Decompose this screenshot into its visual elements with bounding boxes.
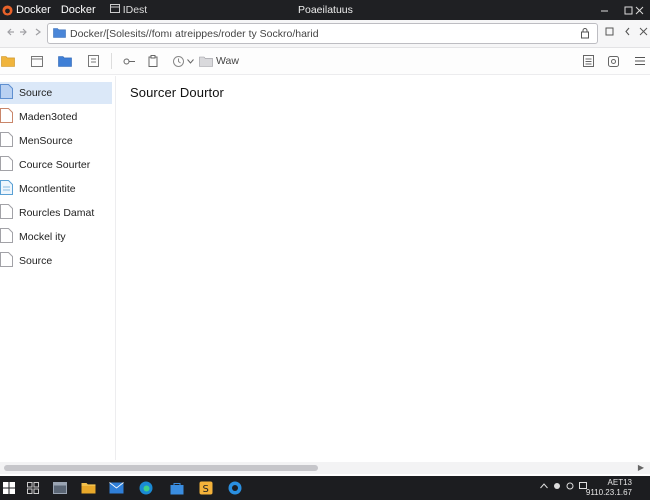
window-grid-icon bbox=[109, 4, 120, 16]
sidebar-item-label: MenSource bbox=[19, 135, 73, 147]
sync-icon[interactable] bbox=[171, 54, 185, 68]
close-button[interactable] bbox=[628, 0, 650, 20]
title-subtitle: IDest bbox=[122, 4, 148, 16]
address-bar[interactable]: Docker/[Solesits//fomı atreippes/roder t… bbox=[47, 23, 598, 44]
mail-icon[interactable] bbox=[107, 479, 125, 497]
doc-icon bbox=[0, 132, 13, 150]
address-path: Docker/[Solesits//fomı atreippes/roder t… bbox=[70, 27, 319, 40]
sidebar-item-label: Mcontlentite bbox=[19, 183, 76, 195]
chevron-left-icon[interactable] bbox=[620, 26, 634, 40]
task-view-icon[interactable] bbox=[24, 479, 42, 497]
file-explorer-icon[interactable] bbox=[79, 479, 97, 497]
document-icon[interactable] bbox=[86, 54, 100, 68]
svg-text:S: S bbox=[203, 484, 209, 495]
tray-network-icon[interactable] bbox=[553, 482, 561, 492]
doc-icon bbox=[0, 156, 13, 174]
sidebar-item-mcontlentite[interactable]: Mcontlentite bbox=[0, 178, 112, 200]
main-content: Sourcer Dourtor bbox=[117, 76, 650, 460]
doc-icon bbox=[0, 204, 13, 222]
title-tab-2[interactable]: Docker bbox=[61, 4, 96, 16]
blue-folder-icon[interactable] bbox=[58, 54, 72, 68]
toolbar-divider bbox=[111, 53, 112, 69]
sidebar-item-mensource[interactable]: MenSource bbox=[0, 130, 112, 152]
window-title: Poaeilatuus bbox=[298, 4, 353, 16]
sidebar: Source Maden3oted MenSource Cource Sourt… bbox=[0, 76, 116, 460]
toolbar: Waw bbox=[0, 48, 650, 75]
page-title: Sourcer Dourtor bbox=[130, 85, 224, 100]
chevron-down-icon[interactable] bbox=[186, 54, 194, 68]
sidebar-item-label: Maden3oted bbox=[19, 111, 78, 123]
address-row: Docker/[Solesits//fomı atreippes/roder t… bbox=[0, 20, 650, 48]
settings-gear-icon[interactable] bbox=[606, 54, 620, 68]
up-chevron-icon[interactable] bbox=[31, 26, 45, 40]
sidebar-item-source-2[interactable]: Source bbox=[0, 250, 112, 272]
doc-lined-icon bbox=[0, 180, 13, 198]
taskbar-window-icon[interactable] bbox=[51, 479, 69, 497]
new-folder-icon[interactable] bbox=[1, 54, 15, 68]
app-s-icon[interactable]: S bbox=[197, 479, 215, 497]
tray-volume-icon[interactable] bbox=[566, 482, 574, 492]
scrollbar-thumb[interactable] bbox=[4, 465, 318, 471]
sidebar-item-mockel-ity[interactable]: Mockel ity bbox=[0, 226, 112, 248]
store-icon[interactable] bbox=[168, 479, 186, 497]
doc-icon bbox=[0, 252, 13, 270]
menu-icon[interactable] bbox=[633, 54, 647, 68]
clock-date: 9110.23.1.67 bbox=[585, 488, 632, 497]
clock-time: AET13 bbox=[607, 478, 632, 487]
folder-icon bbox=[53, 27, 66, 41]
sidebar-item-cource-sourter[interactable]: Cource Sourter bbox=[0, 154, 112, 176]
grey-folder-icon[interactable] bbox=[199, 54, 213, 68]
app-logo-icon bbox=[1, 4, 13, 16]
details-icon[interactable] bbox=[581, 54, 595, 68]
sidebar-item-label: Rourcles Damat bbox=[19, 207, 95, 219]
sidebar-item-rourcles-damat[interactable]: Rourcles Damat bbox=[0, 202, 112, 224]
start-button-icon[interactable] bbox=[0, 479, 18, 497]
sidebar-item-label: Source bbox=[19, 255, 53, 267]
sidebar-item-label: Source bbox=[19, 87, 53, 99]
horizontal-scrollbar[interactable]: ▶ bbox=[0, 462, 650, 474]
lock-icon[interactable] bbox=[580, 27, 590, 42]
title-tab-1[interactable]: Docker bbox=[16, 4, 51, 16]
doc-icon bbox=[0, 228, 13, 246]
scroll-right-arrow-icon[interactable]: ▶ bbox=[638, 463, 644, 472]
edge-browser-icon[interactable] bbox=[137, 479, 155, 497]
doc-blue-icon bbox=[0, 84, 13, 102]
key-icon[interactable] bbox=[122, 54, 136, 68]
toolbar-location-label: Waw bbox=[216, 55, 239, 67]
sidebar-item-label: Cource Sourter bbox=[19, 159, 91, 171]
window-icon[interactable] bbox=[30, 54, 44, 68]
title-bar: Docker Docker IDest Poaeilatuus bbox=[0, 0, 650, 20]
browser-icon[interactable] bbox=[226, 479, 244, 497]
title-subtitle-group: IDest bbox=[109, 4, 148, 16]
sidebar-item-madenboted[interactable]: Maden3oted bbox=[0, 106, 112, 128]
forward-button[interactable] bbox=[17, 26, 31, 40]
taskbar-clock[interactable]: AET13 9110.23.1.67 bbox=[586, 478, 632, 498]
restore-window-icon[interactable] bbox=[602, 26, 616, 40]
clipboard-icon[interactable] bbox=[146, 54, 160, 68]
taskbar: S AET13 9110.23.1.67 bbox=[0, 476, 650, 500]
tray-chevron-up-icon[interactable] bbox=[540, 482, 548, 491]
back-button[interactable] bbox=[3, 26, 17, 40]
doc-orange-icon bbox=[0, 108, 13, 126]
close-icon[interactable] bbox=[636, 26, 650, 40]
sidebar-item-label: Mockel ity bbox=[19, 231, 66, 243]
sidebar-item-source[interactable]: Source bbox=[0, 82, 112, 104]
